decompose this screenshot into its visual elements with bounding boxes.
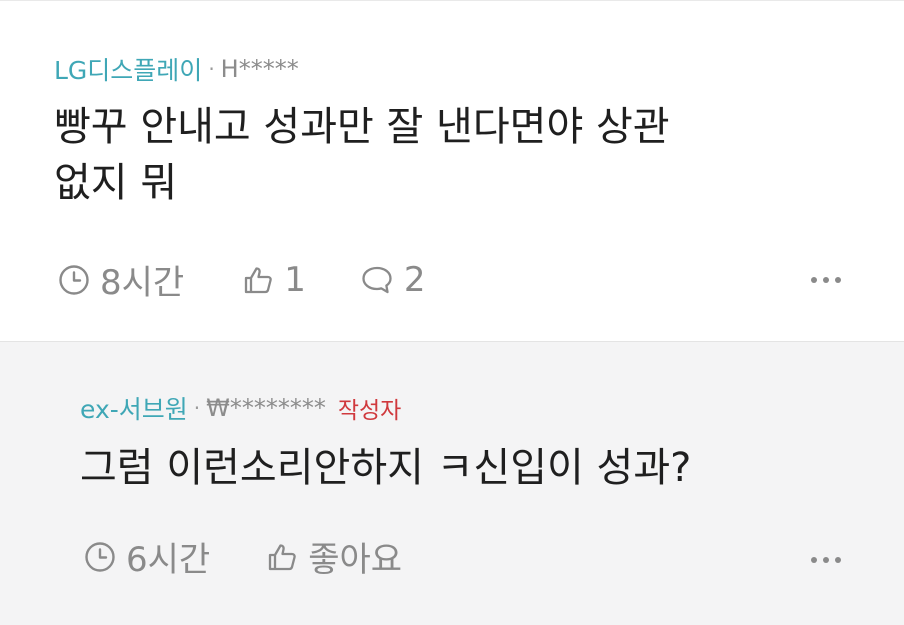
comment-meta: ex-서브원 · ₩******** 작성자 — [80, 390, 401, 426]
author-name[interactable]: ₩******** — [206, 394, 326, 422]
like-button[interactable]: 좋아요 — [266, 532, 402, 581]
thumbs-up-icon — [266, 541, 298, 573]
more-icon — [810, 269, 842, 288]
comment-text-line: 없지 뭐 — [54, 160, 178, 206]
comment-actions: 6시간 좋아요 — [84, 532, 402, 581]
time-ago: 8시간 — [100, 263, 185, 303]
company-name[interactable]: ex-서브원 — [80, 390, 188, 426]
comment-actions: 8시간 1 2 — [58, 255, 425, 304]
comment-text-line: 빵꾸 안내고 성과만 잘 낸다면야 상관 — [54, 104, 670, 150]
thumbs-up-icon — [242, 264, 274, 296]
more-options-button[interactable] — [810, 549, 842, 568]
meta-separator: · — [193, 396, 201, 420]
time-info: 6시간 — [84, 532, 210, 581]
more-options-button[interactable] — [810, 269, 842, 288]
time-ago: 6시간 — [126, 540, 211, 580]
more-icon — [810, 549, 842, 568]
like-label: 좋아요 — [308, 540, 403, 580]
writer-badge: 작성자 — [337, 398, 402, 424]
company-name[interactable]: LG디스플레이 — [54, 51, 202, 87]
clock-icon — [58, 264, 90, 296]
author-name[interactable]: H***** — [221, 55, 299, 83]
meta-separator: · — [208, 57, 215, 81]
like-count: 1 — [284, 259, 306, 300]
clock-icon — [84, 541, 116, 573]
comment-text: 빵꾸 안내고 성과만 잘 낸다면야 상관 없지 뭐 — [54, 99, 670, 211]
reply-comment-item: ex-서브원 · ₩******** 작성자 그럼 이런소리안하지 ㅋ신입이 성… — [0, 342, 904, 625]
comment-meta: LG디스플레이 · H***** — [54, 51, 299, 87]
like-button[interactable]: 1 — [242, 260, 306, 300]
comment-item: LG디스플레이 · H***** 빵꾸 안내고 성과만 잘 낸다면야 상관 없지… — [0, 0, 904, 342]
time-info: 8시간 — [58, 255, 184, 304]
reply-count: 2 — [403, 259, 426, 300]
comment-text: 그럼 이런소리안하지 ㅋ신입이 성과? — [80, 440, 691, 496]
comment-text-line: 그럼 이런소리안하지 ㅋ신입이 성과? — [80, 445, 692, 491]
reply-button[interactable]: 2 — [360, 259, 426, 300]
speech-bubble-icon — [360, 264, 394, 296]
